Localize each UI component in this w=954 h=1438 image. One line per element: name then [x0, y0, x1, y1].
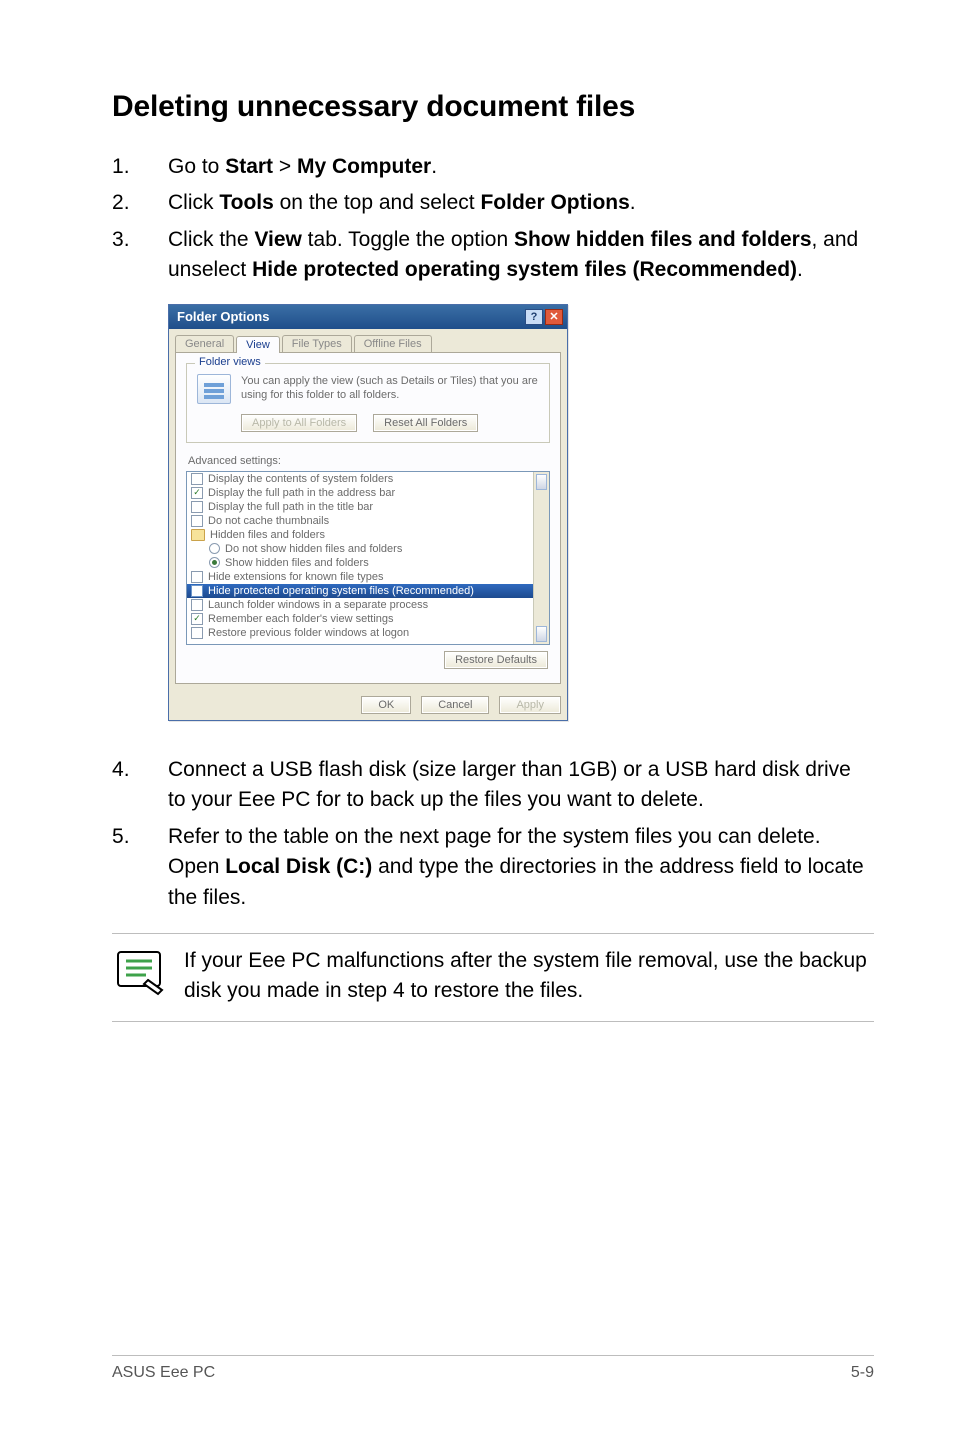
kw-tools: Tools [219, 191, 273, 214]
text: . [797, 258, 803, 281]
folder-options-dialog: Folder Options ? ✕ General View File Typ… [168, 304, 568, 721]
kw-mycomputer: My Computer [297, 155, 431, 178]
list-item[interactable]: Remember each folder's view settings [187, 612, 549, 626]
tab-general[interactable]: General [175, 335, 234, 352]
list-item-label: Hide protected operating system files (R… [208, 585, 474, 597]
text: > [273, 155, 297, 178]
reset-all-folders-button[interactable]: Reset All Folders [373, 414, 478, 432]
list-item[interactable]: Hide extensions for known file types [187, 570, 549, 584]
tab-strip: General View File Types Offline Files [169, 329, 567, 352]
tab-view[interactable]: View [236, 336, 280, 353]
checkbox-icon[interactable] [191, 571, 203, 583]
folder-views-icon [197, 374, 231, 404]
list-item-selected[interactable]: Hide protected operating system files (R… [187, 584, 549, 598]
text: Connect a USB flash disk (size larger th… [168, 758, 851, 811]
scrollbar[interactable] [533, 472, 549, 644]
list-item-label: Display the contents of system folders [208, 473, 393, 485]
window-title: Folder Options [177, 309, 269, 324]
text: . [630, 191, 636, 214]
dialog-footer-buttons: OK Cancel Apply [169, 690, 567, 720]
radio-icon[interactable] [209, 543, 220, 554]
list-item[interactable]: Do not show hidden files and folders [187, 542, 549, 556]
list-item[interactable]: Display the full path in the title bar [187, 500, 549, 514]
list-item-label: Launch folder windows in a separate proc… [208, 599, 428, 611]
restore-defaults-button[interactable]: Restore Defaults [444, 651, 548, 669]
list-item-label: Hidden files and folders [210, 529, 325, 541]
text: tab. Toggle the option [302, 228, 514, 251]
text: on the top and select [274, 191, 481, 214]
ok-button[interactable]: OK [361, 696, 411, 714]
steps-list-cont: Connect a USB flash disk (size larger th… [112, 755, 874, 913]
advanced-settings-label: Advanced settings: [188, 455, 550, 467]
checkbox-icon[interactable] [191, 473, 203, 485]
list-item-label: Hide extensions for known file types [208, 571, 383, 583]
checkbox-icon[interactable] [191, 627, 203, 639]
step-5: Refer to the table on the next page for … [112, 822, 874, 913]
note-icon [112, 946, 166, 996]
kw-start: Start [225, 155, 273, 178]
section-heading: Deleting unnecessary document files [112, 90, 874, 124]
list-item[interactable]: Hidden files and folders [187, 528, 549, 542]
kw-folder-options: Folder Options [480, 191, 629, 214]
cancel-button[interactable]: Cancel [421, 696, 489, 714]
checkbox-icon[interactable] [191, 501, 203, 513]
list-item-label: Display the full path in the address bar [208, 487, 395, 499]
checkbox-icon[interactable] [191, 585, 203, 597]
page-footer: ASUS Eee PC 5-9 [112, 1355, 874, 1382]
list-item-label: Do not show hidden files and folders [225, 543, 402, 555]
footer-left: ASUS Eee PC [112, 1364, 215, 1382]
list-item[interactable]: Restore previous folder windows at logon [187, 626, 549, 640]
folder-views-group: Folder views You can apply the view (suc… [186, 363, 550, 443]
text: Click the [168, 228, 254, 251]
tab-filetypes[interactable]: File Types [282, 335, 352, 352]
note-text: If your Eee PC malfunctions after the sy… [184, 946, 874, 1007]
checkbox-icon[interactable] [191, 613, 203, 625]
advanced-settings-list[interactable]: Display the contents of system folders D… [186, 471, 550, 645]
list-item[interactable]: Launch folder windows in a separate proc… [187, 598, 549, 612]
group-legend: Folder views [195, 356, 265, 368]
list-item-label: Show hidden files and folders [225, 557, 369, 569]
footer-right: 5-9 [851, 1364, 874, 1382]
checkbox-icon[interactable] [191, 487, 203, 499]
apply-all-folders-button[interactable]: Apply to All Folders [241, 414, 357, 432]
tab-body: Folder views You can apply the view (suc… [175, 352, 561, 684]
kw-hide-protected: Hide protected operating system files (R… [252, 258, 797, 281]
list-item[interactable]: Display the full path in the address bar [187, 486, 549, 500]
text: . [431, 155, 437, 178]
close-button[interactable]: ✕ [545, 309, 563, 325]
list-item-label: Remember each folder's view settings [208, 613, 394, 625]
dialog-screenshot: Folder Options ? ✕ General View File Typ… [168, 304, 874, 721]
text: Click [168, 191, 219, 214]
list-item[interactable]: Do not cache thumbnails [187, 514, 549, 528]
step-4: Connect a USB flash disk (size larger th… [112, 755, 874, 816]
checkbox-icon[interactable] [191, 599, 203, 611]
apply-button[interactable]: Apply [499, 696, 561, 714]
list-item-label: Do not cache thumbnails [208, 515, 329, 527]
kw-show-hidden: Show hidden files and folders [514, 228, 812, 251]
step-3: Click the View tab. Toggle the option Sh… [112, 225, 874, 286]
group-description: You can apply the view (such as Details … [241, 374, 539, 403]
list-item-label: Display the full path in the title bar [208, 501, 373, 513]
titlebar: Folder Options ? ✕ [169, 305, 567, 329]
checkbox-icon[interactable] [191, 515, 203, 527]
kw-local-disk: Local Disk (C:) [225, 855, 372, 878]
step-1: Go to Start > My Computer. [112, 152, 874, 182]
steps-list: Go to Start > My Computer. Click Tools o… [112, 152, 874, 286]
kw-view: View [254, 228, 301, 251]
text: Go to [168, 155, 225, 178]
folder-icon [191, 529, 205, 541]
step-2: Click Tools on the top and select Folder… [112, 188, 874, 218]
note-box: If your Eee PC malfunctions after the sy… [112, 933, 874, 1022]
tab-offline[interactable]: Offline Files [354, 335, 432, 352]
list-item[interactable]: Show hidden files and folders [187, 556, 549, 570]
help-button[interactable]: ? [525, 309, 543, 325]
list-item[interactable]: Display the contents of system folders [187, 472, 549, 486]
radio-icon[interactable] [209, 557, 220, 568]
list-item-label: Restore previous folder windows at logon [208, 627, 409, 639]
